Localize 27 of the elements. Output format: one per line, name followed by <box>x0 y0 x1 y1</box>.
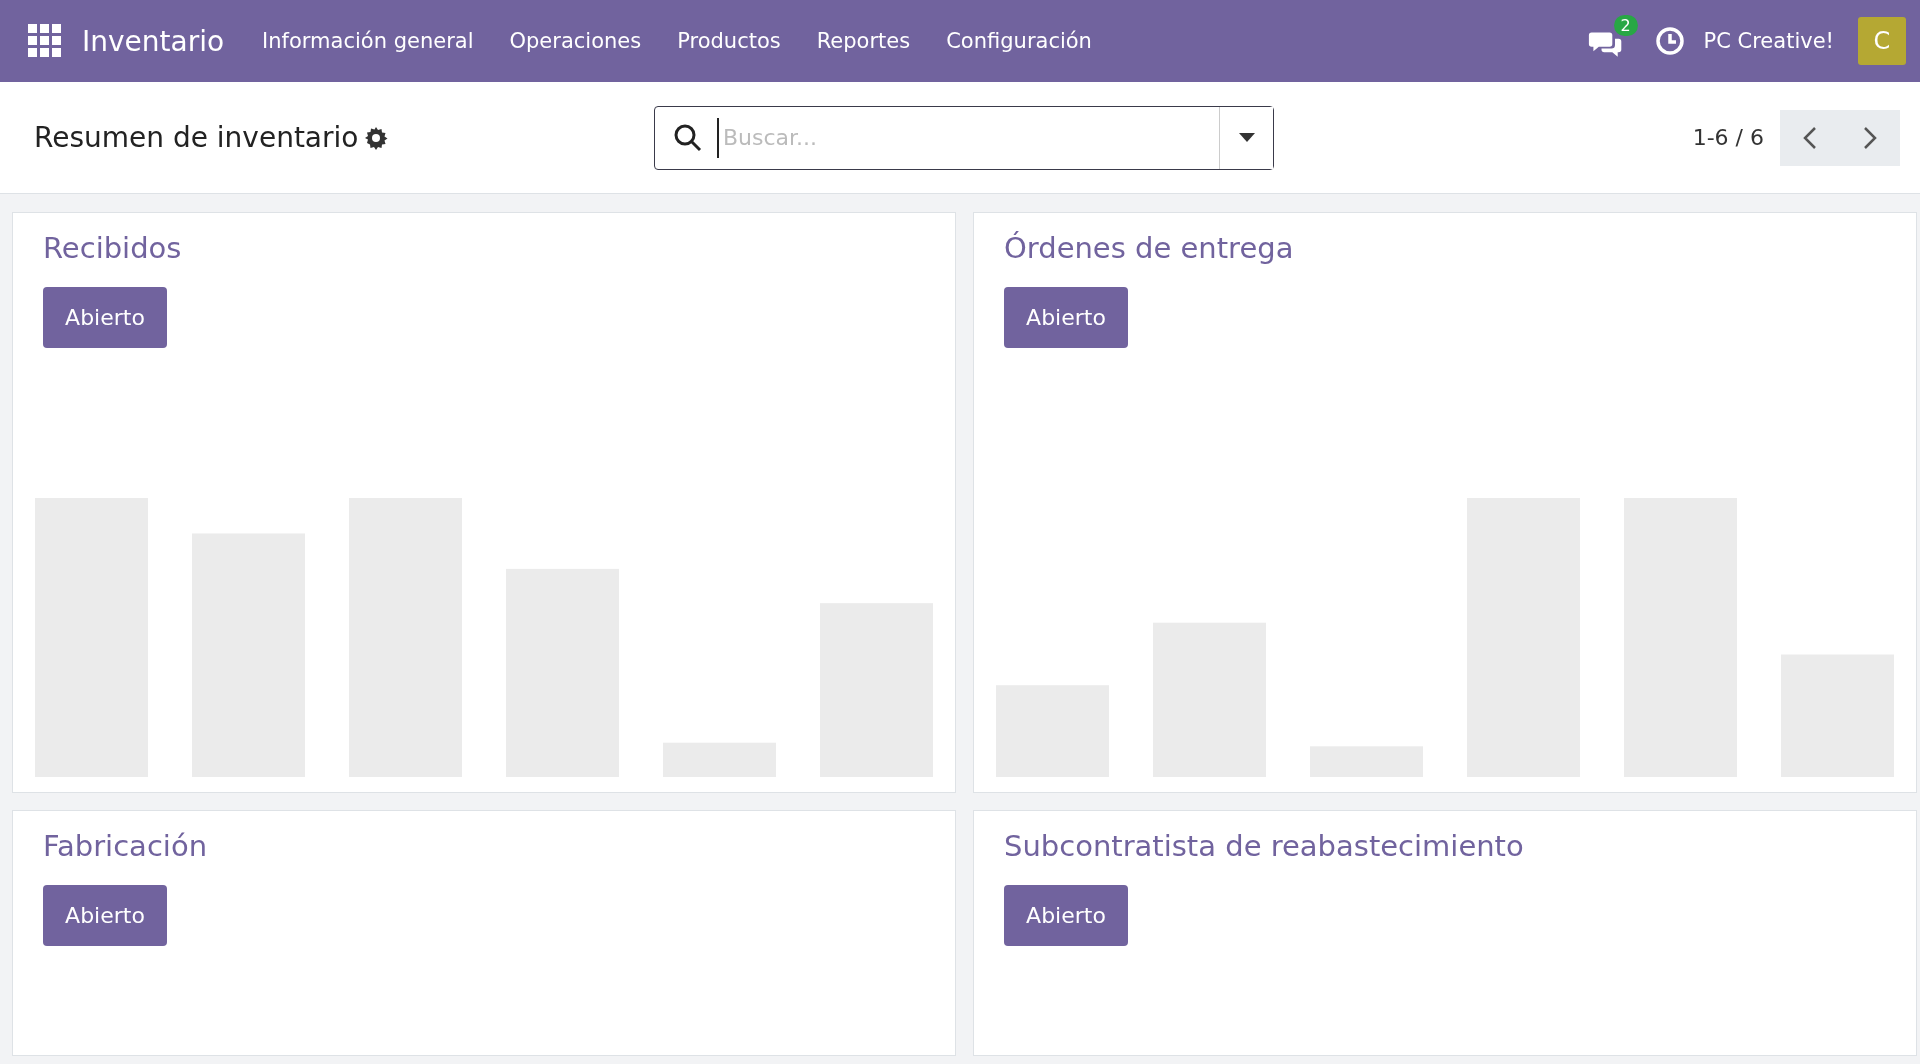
company-name[interactable]: PC Creative! <box>1703 29 1834 53</box>
open-button[interactable]: Abierto <box>1004 885 1128 946</box>
search-icon <box>673 122 703 153</box>
apps-grid-icon[interactable] <box>28 24 62 58</box>
card-title: Subcontratista de reabastecimiento <box>1004 829 1525 863</box>
card-title: Fabricación <box>43 829 209 863</box>
pager-value: 1-6 / 6 <box>1692 125 1764 150</box>
app-name[interactable]: Inventario <box>82 24 225 58</box>
card-title: Órdenes de entrega <box>1004 231 1295 265</box>
search-options-button[interactable] <box>1219 106 1273 169</box>
clock-icon[interactable] <box>1653 25 1686 57</box>
open-button[interactable]: Abierto <box>43 885 167 946</box>
menu-item[interactable]: Productos <box>659 29 799 53</box>
settings-icon[interactable] <box>364 125 389 150</box>
chevron-left-icon <box>1803 125 1817 150</box>
menu-item[interactable]: Información general <box>244 29 492 53</box>
open-button[interactable]: Abierto <box>1004 287 1128 348</box>
open-button[interactable]: Abierto <box>43 287 167 348</box>
menu-item[interactable]: Configuración <box>928 29 1110 53</box>
search-bar[interactable]: Buscar... <box>654 105 1274 170</box>
menu-item[interactable]: Operaciones <box>491 29 660 53</box>
caret-icon <box>1238 132 1255 143</box>
message-count-badge: 2 <box>1613 15 1638 36</box>
card-title: Recibidos <box>43 231 183 265</box>
page-title: Resumen de inventario <box>34 121 359 154</box>
chevron-right-icon <box>1863 125 1877 150</box>
menu-item[interactable]: Reportes <box>798 29 929 53</box>
